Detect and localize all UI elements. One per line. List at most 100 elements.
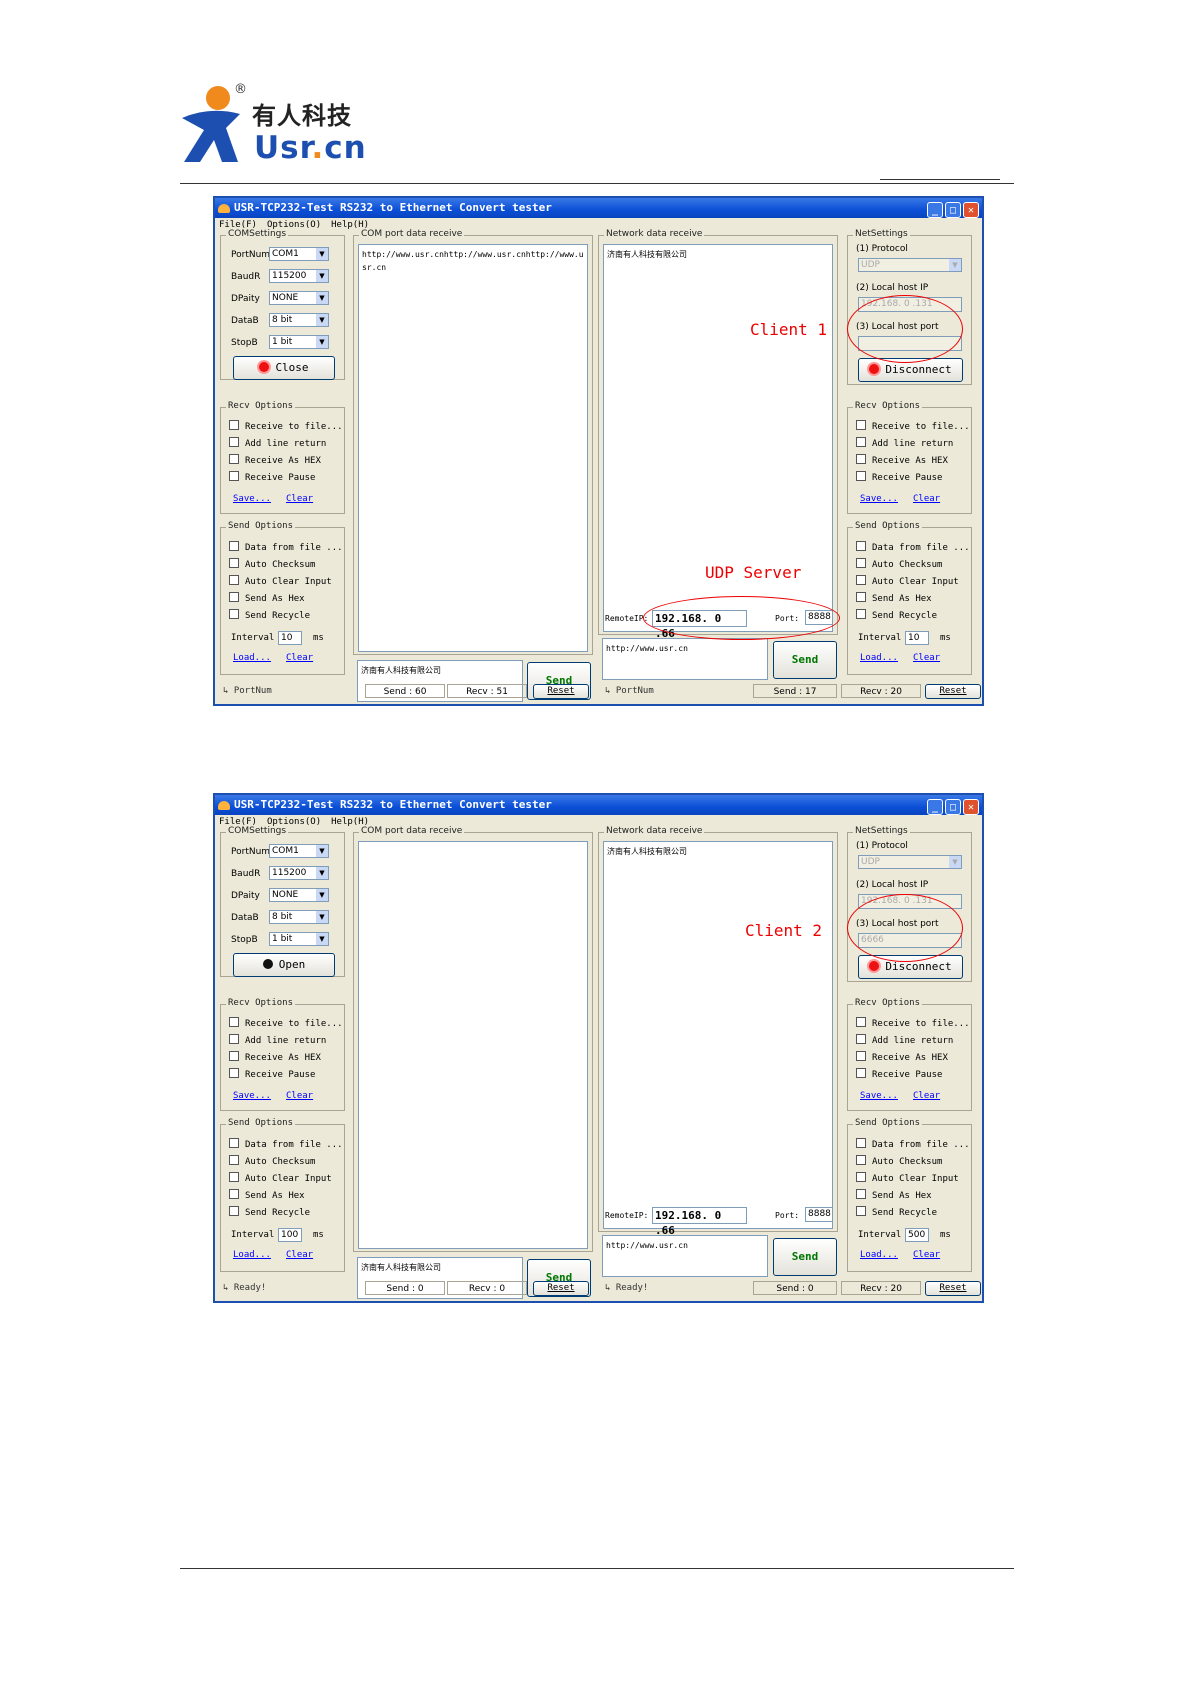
option-checkbox[interactable]: Receive As HEX [856, 1051, 948, 1063]
com-receive-textarea[interactable] [358, 841, 588, 1249]
com-reset-button[interactable]: Reset [533, 684, 589, 699]
com-reset-button[interactable]: Reset [533, 1281, 589, 1296]
net-send-clear-link[interactable]: Clear [913, 653, 940, 663]
net-send-load-link[interactable]: Load... [860, 653, 898, 663]
net-interval-input[interactable]: 500 [905, 1228, 929, 1242]
option-checkbox[interactable]: Receive Pause [229, 471, 315, 483]
option-checkbox[interactable]: Data from file ... [229, 541, 343, 553]
portnum-select[interactable]: COM1 ▼ [269, 247, 329, 261]
option-checkbox[interactable]: Receive to file... [229, 1017, 343, 1029]
close-window-button[interactable]: ✕ [963, 202, 979, 218]
interval-label: Interval [231, 1230, 275, 1240]
minimize-button[interactable]: _ [927, 202, 943, 218]
maximize-button[interactable]: □ [945, 799, 961, 815]
interval-input[interactable]: 100 [278, 1228, 302, 1242]
option-label: Receive As HEX [872, 456, 948, 466]
option-checkbox[interactable]: Auto Clear Input [856, 1172, 959, 1184]
net-send-textarea[interactable]: http://www.usr.cn [602, 638, 768, 680]
option-checkbox[interactable]: Receive As HEX [856, 454, 948, 466]
checkbox-icon [229, 1189, 239, 1199]
baud-label: BaudR [231, 869, 261, 879]
com-receive-textarea[interactable]: http://www.usr.cnhttp://www.usr.cnhttp:/… [358, 244, 588, 652]
interval-input[interactable]: 10 [278, 631, 302, 645]
option-checkbox[interactable]: Add line return [856, 1034, 953, 1046]
com-receive-label: COM port data receive [359, 826, 465, 836]
net-receive-textarea[interactable]: 济南有人科技有限公司 [603, 841, 833, 1229]
option-checkbox[interactable]: Auto Clear Input [856, 575, 959, 587]
option-label: Data from file ... [872, 543, 970, 553]
recv-save-link[interactable]: Save... [233, 1091, 271, 1101]
net-reset-button[interactable]: Reset [925, 1281, 981, 1296]
protocol-select[interactable]: UDP ▼ [858, 258, 962, 272]
close-window-button[interactable]: ✕ [963, 799, 979, 815]
option-checkbox[interactable]: Auto Checksum [856, 1155, 942, 1167]
option-checkbox[interactable]: Auto Checksum [229, 558, 315, 570]
option-checkbox[interactable]: Data from file ... [856, 1138, 970, 1150]
net-send-load-link[interactable]: Load... [860, 1250, 898, 1260]
option-checkbox[interactable]: Send Recycle [229, 1206, 310, 1218]
option-checkbox[interactable]: Data from file ... [229, 1138, 343, 1150]
option-checkbox[interactable]: Send As Hex [856, 592, 932, 604]
stopbits-select[interactable]: 1 bit ▼ [269, 335, 329, 349]
databits-select[interactable]: 8 bit ▼ [269, 313, 329, 327]
option-checkbox[interactable]: Add line return [229, 1034, 326, 1046]
option-checkbox[interactable]: Send As Hex [229, 592, 305, 604]
net-reset-button[interactable]: Reset [925, 684, 981, 699]
option-checkbox[interactable]: Receive Pause [229, 1068, 315, 1080]
option-checkbox[interactable]: Send Recycle [856, 1206, 937, 1218]
send-clear-link[interactable]: Clear [286, 653, 313, 663]
option-checkbox[interactable]: Receive to file... [856, 420, 970, 432]
net-recv-clear-link[interactable]: Clear [913, 494, 940, 504]
minimize-button[interactable]: _ [927, 799, 943, 815]
option-checkbox[interactable]: Receive Pause [856, 1068, 942, 1080]
recv-clear-link[interactable]: Clear [286, 1091, 313, 1101]
option-checkbox[interactable]: Send As Hex [856, 1189, 932, 1201]
portnum-select[interactable]: COM1 ▼ [269, 844, 329, 858]
option-checkbox[interactable]: Add line return [856, 437, 953, 449]
option-checkbox[interactable]: Send As Hex [229, 1189, 305, 1201]
parity-select[interactable]: NONE ▼ [269, 888, 329, 902]
send-load-link[interactable]: Load... [233, 1250, 271, 1260]
net-recv-save-link[interactable]: Save... [860, 494, 898, 504]
option-checkbox[interactable]: Auto Checksum [229, 1155, 315, 1167]
header-rule [180, 183, 1014, 184]
option-checkbox[interactable]: Send Recycle [856, 609, 937, 621]
title-bar[interactable]: USR-TCP232-Test RS232 to Ethernet Conver… [215, 198, 982, 218]
option-checkbox[interactable]: Auto Checksum [856, 558, 942, 570]
net-send-clear-link[interactable]: Clear [913, 1250, 940, 1260]
net-recv-save-link[interactable]: Save... [860, 1091, 898, 1101]
net-send-button[interactable]: Send [773, 1238, 837, 1276]
remote-ip-label: RemoteIP: [605, 614, 649, 623]
com-open-close-button[interactable]: Open [233, 953, 335, 977]
option-checkbox[interactable]: Add line return [229, 437, 326, 449]
option-checkbox[interactable]: Receive As HEX [229, 1051, 321, 1063]
option-checkbox[interactable]: Send Recycle [229, 609, 310, 621]
remote-ip-input[interactable]: 192.168. 0 .66 [652, 1207, 747, 1237]
option-checkbox[interactable]: Receive Pause [856, 471, 942, 483]
maximize-button[interactable]: □ [945, 202, 961, 218]
option-checkbox[interactable]: Data from file ... [856, 541, 970, 553]
option-checkbox[interactable]: Auto Clear Input [229, 1172, 332, 1184]
recv-save-link[interactable]: Save... [233, 494, 271, 504]
remote-port-input[interactable]: 8888 [805, 1207, 833, 1222]
send-clear-link[interactable]: Clear [286, 1250, 313, 1260]
baud-select[interactable]: 115200 ▼ [269, 269, 329, 283]
net-send-button[interactable]: Send [773, 641, 837, 679]
option-checkbox[interactable]: Auto Clear Input [229, 575, 332, 587]
databits-select[interactable]: 8 bit ▼ [269, 910, 329, 924]
net-send-textarea[interactable]: http://www.usr.cn [602, 1235, 768, 1277]
com-open-close-button[interactable]: Close [233, 356, 335, 380]
net-recv-clear-link[interactable]: Clear [913, 1091, 940, 1101]
protocol-select[interactable]: UDP ▼ [858, 855, 962, 869]
recv-clear-link[interactable]: Clear [286, 494, 313, 504]
option-checkbox[interactable]: Receive As HEX [229, 454, 321, 466]
title-bar[interactable]: USR-TCP232-Test RS232 to Ethernet Conver… [215, 795, 982, 815]
option-label: Auto Checksum [872, 560, 943, 570]
send-load-link[interactable]: Load... [233, 653, 271, 663]
option-checkbox[interactable]: Receive to file... [856, 1017, 970, 1029]
parity-select[interactable]: NONE ▼ [269, 291, 329, 305]
stopbits-select[interactable]: 1 bit ▼ [269, 932, 329, 946]
net-interval-input[interactable]: 10 [905, 631, 929, 645]
option-checkbox[interactable]: Receive to file... [229, 420, 343, 432]
baud-select[interactable]: 115200 ▼ [269, 866, 329, 880]
